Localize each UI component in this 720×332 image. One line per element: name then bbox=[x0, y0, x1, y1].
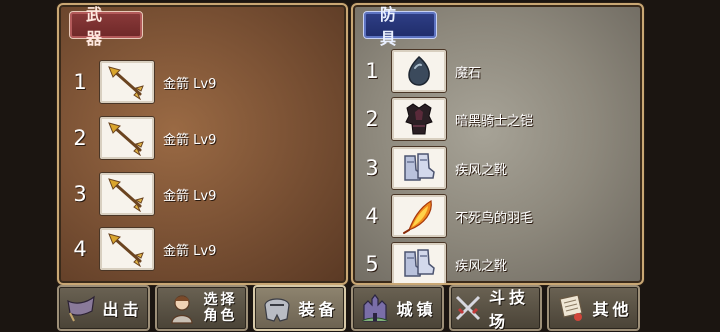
item-name: 金箭 Lv9 bbox=[163, 243, 217, 259]
select-character-button[interactable]: 选择 角色 bbox=[155, 285, 248, 331]
armor-slot-row[interactable]: 3 疾风之靴 bbox=[353, 144, 642, 192]
slot-number: 2 bbox=[365, 107, 379, 131]
armor-helmet-icon bbox=[264, 298, 291, 322]
magic-stone-icon bbox=[408, 55, 430, 86]
item-name: 金箭 Lv9 bbox=[163, 132, 217, 148]
arena-label: 斗技场 bbox=[489, 288, 530, 331]
armor-slot-row[interactable]: 2 暗黑骑士之铠 bbox=[353, 95, 642, 143]
slot-number: 3 bbox=[365, 156, 379, 180]
armor-slot-row[interactable]: 1 魔石 bbox=[353, 47, 642, 95]
item-name: 疾风之靴 bbox=[455, 258, 508, 274]
item-slot[interactable] bbox=[391, 97, 447, 141]
other-button[interactable]: 其他 bbox=[547, 285, 640, 331]
castle-icon bbox=[362, 294, 389, 322]
item-name: 暗黑骑士之铠 bbox=[455, 113, 534, 129]
item-slot[interactable] bbox=[99, 227, 155, 271]
gale-boots-icon bbox=[404, 249, 435, 277]
item-slot[interactable] bbox=[391, 194, 447, 238]
item-slot[interactable] bbox=[99, 60, 155, 104]
slot-number: 4 bbox=[73, 237, 87, 261]
slot-number: 1 bbox=[73, 70, 87, 94]
dark-knight-armor-icon bbox=[405, 103, 433, 135]
weapons-panel-title: 武器 bbox=[69, 5, 143, 48]
item-name: 金箭 Lv9 bbox=[163, 188, 217, 204]
item-slot[interactable] bbox=[391, 242, 447, 283]
equipment-label: 装备 bbox=[298, 300, 339, 319]
game-screen: 武器 1 金箭 Lv9 2 金箭 Lv9 3 金箭 Lv9 4 金箭 Lv9 防… bbox=[0, 0, 720, 332]
town-label: 城镇 bbox=[396, 300, 437, 319]
war-horn-icon bbox=[67, 295, 96, 322]
slot-number: 5 bbox=[365, 252, 379, 276]
weapon-slot-row[interactable]: 2 金箭 Lv9 bbox=[59, 114, 346, 162]
armor-slot-row[interactable]: 4 不死鸟的羽毛 bbox=[353, 192, 642, 240]
golden-arrow-icon bbox=[108, 233, 144, 267]
golden-arrow-icon bbox=[108, 66, 144, 100]
armor-panel-title: 防具 bbox=[363, 5, 437, 48]
item-name: 金箭 Lv9 bbox=[163, 76, 217, 92]
town-button[interactable]: 城镇 bbox=[351, 285, 444, 331]
equipment-button[interactable]: 装备 bbox=[253, 285, 346, 331]
sortie-button[interactable]: 出击 bbox=[57, 285, 150, 331]
item-slot[interactable] bbox=[391, 49, 447, 93]
gale-boots-icon bbox=[404, 153, 435, 181]
slot-number: 2 bbox=[73, 126, 87, 150]
item-name: 不死鸟的羽毛 bbox=[455, 210, 534, 226]
other-label: 其他 bbox=[592, 300, 633, 319]
item-name: 疾风之靴 bbox=[455, 162, 508, 178]
sortie-label: 出击 bbox=[102, 300, 143, 319]
select-character-label: 选择 角色 bbox=[204, 292, 238, 324]
crossed-swords-icon bbox=[455, 295, 481, 321]
item-name: 魔石 bbox=[455, 65, 482, 81]
item-slot[interactable] bbox=[391, 146, 447, 190]
select-character-label-line2: 角色 bbox=[203, 308, 238, 324]
item-slot[interactable] bbox=[99, 172, 155, 216]
weapon-slot-row[interactable]: 1 金箭 Lv9 bbox=[59, 58, 346, 106]
bottom-nav-bar: 出击 选择 角色 装备 城镇 斗技场 其他 bbox=[57, 285, 640, 331]
character-portrait-icon bbox=[170, 295, 193, 324]
golden-arrow-icon bbox=[108, 178, 144, 212]
armor-panel: 防具 1 魔石 2 暗黑骑士之铠 3 疾风之靴 4 不死鸟的羽毛 5 疾风之靴 bbox=[351, 3, 644, 285]
slot-number: 3 bbox=[73, 182, 87, 206]
scroll-icon bbox=[559, 294, 584, 321]
weapon-slot-row[interactable]: 3 金箭 Lv9 bbox=[59, 170, 346, 218]
armor-slot-row[interactable]: 5 疾风之靴 bbox=[353, 240, 642, 283]
slot-number: 1 bbox=[365, 59, 379, 83]
golden-arrow-icon bbox=[108, 122, 144, 156]
select-character-label-line1: 选择 bbox=[203, 292, 238, 308]
weapons-panel: 武器 1 金箭 Lv9 2 金箭 Lv9 3 金箭 Lv9 4 金箭 Lv9 bbox=[57, 3, 348, 285]
phoenix-feather-icon bbox=[403, 200, 432, 234]
slot-number: 4 bbox=[365, 204, 379, 228]
arena-button[interactable]: 斗技场 bbox=[449, 285, 542, 331]
item-slot[interactable] bbox=[99, 116, 155, 160]
weapon-slot-row[interactable]: 4 金箭 Lv9 bbox=[59, 225, 346, 273]
